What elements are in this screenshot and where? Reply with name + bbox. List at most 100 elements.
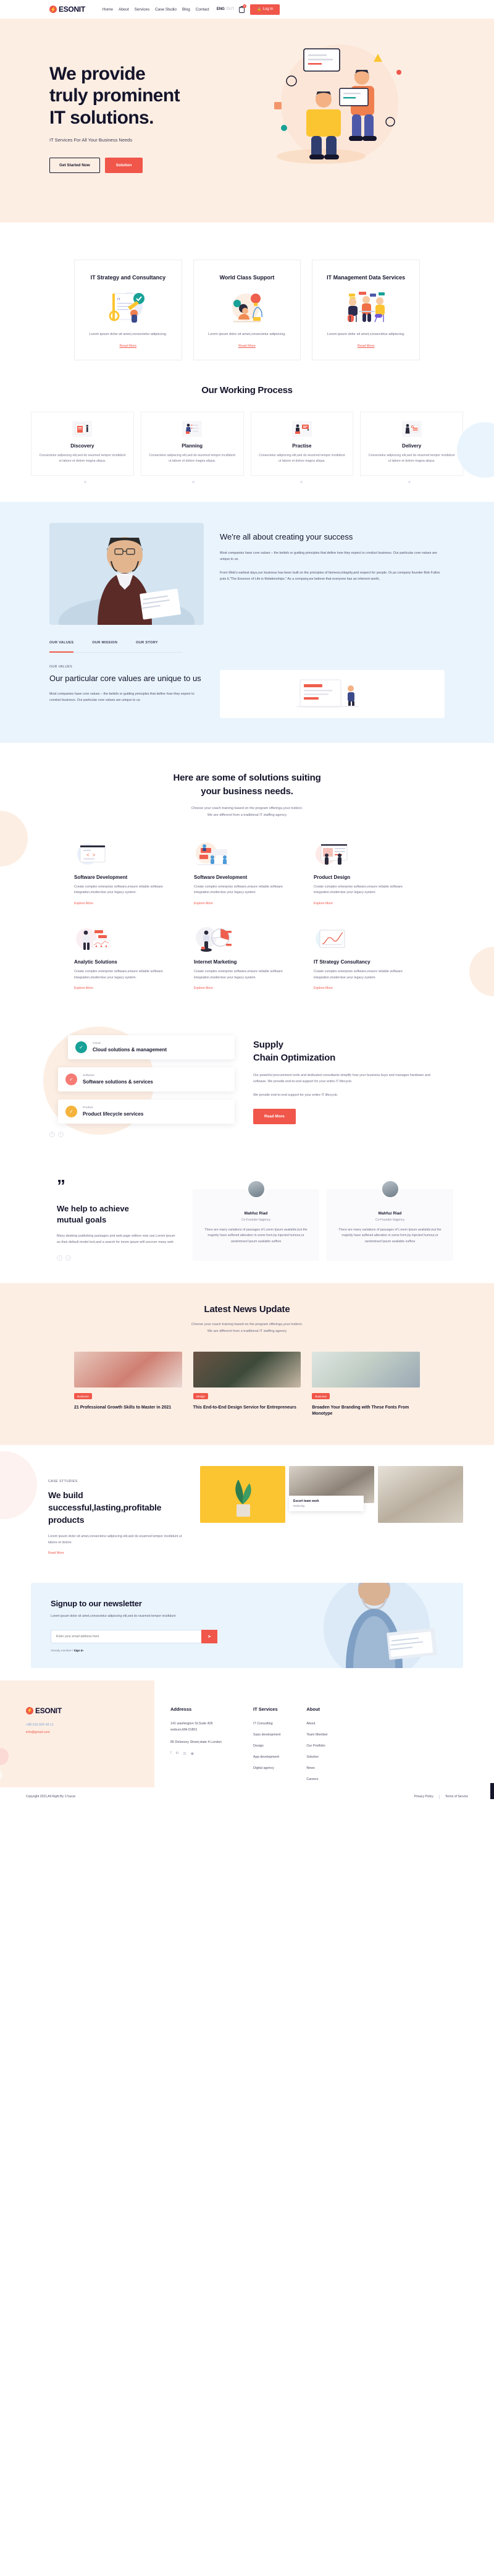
solution-card-link[interactable]: Explore More — [74, 902, 93, 905]
quote-icon: ” — [57, 1177, 70, 1194]
news-tag[interactable]: Business — [74, 1393, 92, 1400]
process-card[interactable]: Practise Consectetur adipiscing elit,sed… — [250, 411, 354, 476]
facebook-icon[interactable]: f — [170, 1752, 172, 1756]
dribbble-icon[interactable]: ⚖ — [183, 1752, 186, 1756]
feature-card-software[interactable]: ✓ Software Software solutions & services — [58, 1067, 235, 1092]
footer-link[interactable]: Digital agency — [253, 1765, 280, 1771]
process-card[interactable]: Delivery Consectetur adipiscing elit,sed… — [360, 411, 463, 476]
news-title[interactable]: Broaden Your Branding with These Fonts F… — [312, 1405, 420, 1418]
nav-item-contact[interactable]: Contact — [196, 7, 209, 12]
solution-card-link[interactable]: Explore More — [194, 902, 213, 905]
service-card-link[interactable]: Read More — [120, 344, 137, 348]
news-tag[interactable]: Design — [193, 1393, 208, 1400]
process-card[interactable]: Planning Consectetur adipiscing elit,sed… — [140, 411, 244, 476]
feature-card-cloud[interactable]: ✓ Cloud Cloud solutions & management — [68, 1035, 235, 1060]
news-card[interactable]: Design This End-to-End Design Service fo… — [193, 1352, 301, 1418]
scroll-to-top-tab[interactable] — [490, 1782, 494, 1799]
testimonial-prev-icon[interactable]: ‹ — [57, 1255, 62, 1261]
footer-link[interactable]: App development — [253, 1754, 280, 1760]
supply-read-more-button[interactable]: Read More — [253, 1108, 296, 1124]
newsletter-form: ➤ — [51, 1629, 217, 1643]
decorative-circle-left — [0, 810, 28, 866]
newsletter-submit-button[interactable]: ➤ — [201, 1629, 217, 1643]
case-image-room[interactable] — [378, 1465, 463, 1523]
tab-our-values[interactable]: OUR VALUES — [49, 641, 74, 653]
svg-text:IT: IT — [117, 298, 121, 302]
solution-card-link[interactable]: Explore More — [314, 902, 333, 905]
about-heading: We're all about creating your success — [220, 532, 353, 541]
case-studies-para: Lorem ipsum dolor sit amet,consectetur a… — [48, 1534, 182, 1544]
tab-our-story[interactable]: OUR STORY — [136, 641, 158, 648]
footer-link[interactable]: Design — [253, 1743, 280, 1749]
solution-button[interactable]: Solution — [104, 158, 143, 174]
feature-card-product[interactable]: ✓ Product Product lifecycle services — [58, 1099, 235, 1124]
about-tabs: OUR VALUES OUR MISSION OUR STORY OUR VAL… — [49, 641, 445, 718]
nav-item-services[interactable]: Services — [135, 7, 150, 12]
service-card[interactable]: World Class Support Lorem ipsum dolor si… — [193, 260, 301, 360]
privacy-policy-link[interactable]: Privacy Policy — [414, 1795, 433, 1799]
newsletter-email-input[interactable] — [51, 1629, 201, 1643]
solution-card[interactable]: Internet Marketing Create complex enterp… — [194, 923, 300, 992]
lock-icon: 🔒 — [257, 7, 262, 12]
solution-card-link[interactable]: Explore More — [314, 986, 333, 990]
footer-link[interactable]: Careers — [306, 1776, 327, 1782]
arrow-left-icon[interactable]: ‹ — [49, 1131, 55, 1137]
solution-card[interactable]: < > Software Development Create complex … — [74, 839, 180, 907]
process-card[interactable]: Discovery Consectetur adipiscing elit,se… — [31, 411, 134, 476]
news-card[interactable]: Business 21 Professional Growth Skills t… — [74, 1352, 182, 1418]
linkedin-icon[interactable]: in — [176, 1752, 179, 1756]
login-button[interactable]: 🔒 Log In — [250, 4, 280, 15]
lang-dut[interactable]: DUT — [227, 7, 234, 11]
case-studies-link[interactable]: Read More — [48, 1551, 64, 1555]
solution-card[interactable]: IT Strategy Consultancy Create complex e… — [314, 923, 420, 992]
service-card[interactable]: IT Strategy and Consultancy IT Lorem ips… — [74, 260, 182, 360]
footer-email[interactable]: info@gmail.com — [26, 1731, 154, 1734]
footer-link[interactable]: Solution — [306, 1754, 327, 1760]
nav-item-about[interactable]: About — [119, 7, 129, 12]
supply-para-2: We provide end-to-end support for your e… — [253, 1093, 338, 1098]
lang-eng[interactable]: ENG — [217, 7, 225, 11]
solution-card-link[interactable]: Explore More — [194, 986, 213, 990]
news-thumbnail — [193, 1352, 301, 1388]
service-card-link[interactable]: Read More — [238, 344, 256, 348]
solution-card[interactable]: Analytic Solutions Create complex enterp… — [74, 923, 180, 992]
news-title[interactable]: 21 Professional Growth Skills to Master … — [74, 1405, 182, 1412]
nav-item-home[interactable]: Home — [103, 7, 113, 12]
case-caption[interactable]: Escort team work Marketing — [289, 1495, 364, 1511]
nav-item-case-studio[interactable]: Case Studio — [155, 7, 177, 12]
tab-our-mission[interactable]: OUR MISSION — [92, 641, 117, 648]
solution-card[interactable]: Product Design Create complex enterprise… — [314, 839, 420, 907]
footer-link[interactable]: Our Protfolio — [306, 1743, 327, 1749]
footer-phone[interactable]: +88 016 826 48 11 — [26, 1723, 154, 1727]
process-card-desc: Consectetur adipiscing elit,sed do eiusm… — [149, 453, 235, 463]
logo[interactable]: ⚡ ESONIT — [49, 5, 85, 14]
solution-card-link[interactable]: Explore More — [74, 986, 93, 990]
news-tag[interactable]: Business — [312, 1393, 330, 1400]
footer-link[interactable]: About — [306, 1721, 327, 1727]
terms-of-service-link[interactable]: Terms of Service — [445, 1795, 468, 1799]
service-card[interactable]: IT Management Data Services Lorem ipsum … — [312, 260, 421, 360]
solution-card[interactable]: Software Development Create complex ente… — [194, 839, 300, 907]
nav-item-blog[interactable]: Blog — [182, 7, 190, 12]
behance-icon[interactable]: ◉ — [191, 1752, 194, 1756]
arrow-right-icon[interactable]: › — [58, 1131, 64, 1137]
language-switcher[interactable]: ENG DUT — [217, 7, 234, 11]
newsletter-photo — [259, 1583, 463, 1668]
news-title[interactable]: This End-to-End Design Service for Entre… — [193, 1405, 301, 1412]
cart-button[interactable]: 0 — [239, 4, 247, 13]
footer-link[interactable]: IT Consulting — [253, 1721, 280, 1727]
newsletter-signin-link[interactable]: Sign In — [74, 1649, 83, 1652]
news-thumbnail — [312, 1352, 421, 1388]
footer-link[interactable]: Sass development — [253, 1732, 280, 1738]
tab-panel-text: Most companies have core values – the be… — [49, 692, 195, 702]
newsletter-note-prefix: Already member? — [51, 1648, 73, 1652]
news-card[interactable]: Business Broaden Your Branding with Thes… — [312, 1352, 421, 1418]
case-image-plant[interactable] — [200, 1465, 285, 1523]
testimonial-next-icon[interactable]: › — [65, 1255, 71, 1261]
service-card-link[interactable]: Read More — [358, 344, 375, 348]
footer-link[interactable]: News — [306, 1765, 327, 1771]
feature-title: Cloud solutions & management — [93, 1046, 167, 1053]
get-started-button[interactable]: Get Started Now — [49, 158, 100, 174]
footer-logo[interactable]: ⚡ ESONIT — [26, 1706, 154, 1715]
footer-link[interactable]: Team Member — [306, 1732, 327, 1738]
